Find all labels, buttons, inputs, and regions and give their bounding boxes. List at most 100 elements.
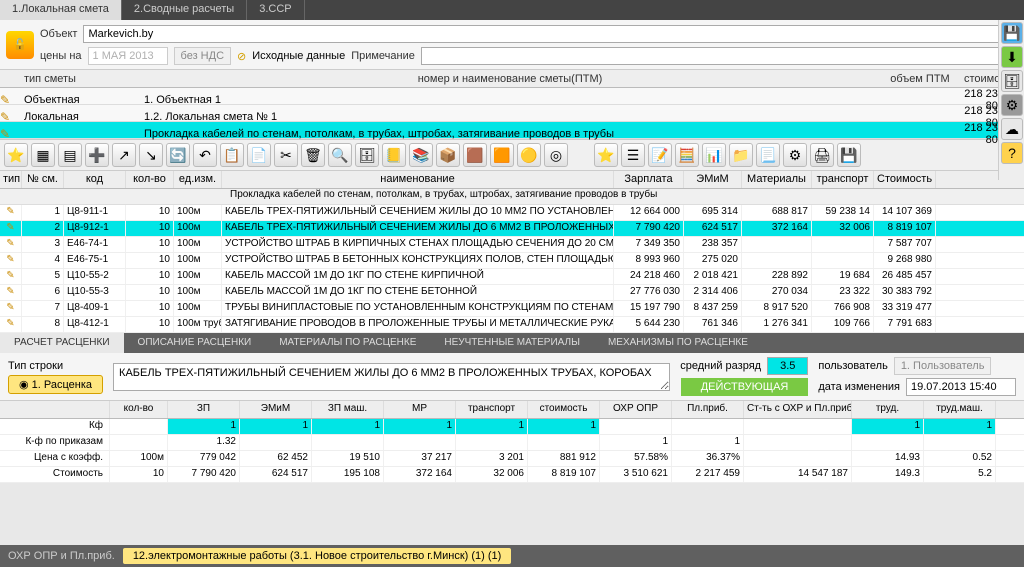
tb-search-icon[interactable]: 🔍	[328, 143, 352, 167]
row-tr: 32 006	[812, 221, 874, 236]
main-grid-header: тип № см. код кол-во ед.изм. наименовани…	[0, 171, 1024, 189]
rowtype-value[interactable]: ◉ 1. Расценка	[8, 375, 103, 394]
side-save-icon[interactable]: 💾	[1001, 22, 1023, 44]
calc-cell	[600, 419, 672, 434]
summary-row[interactable]: ✎ Локальная 1.2. Локальная смета № 1 218…	[0, 105, 1024, 122]
table-row[interactable]: ✎ 3 Е46-74-1 10 100м УСТРОЙСТВО ШТРАБ В …	[0, 237, 1024, 253]
side-db-icon[interactable]: 🗄	[1001, 70, 1023, 92]
note-input[interactable]	[421, 47, 1018, 65]
row-unit: 100м	[174, 205, 222, 220]
row-tr	[812, 253, 874, 268]
subtab-unaccounted[interactable]: НЕУЧТЕННЫЕ МАТЕРИАЛЫ	[430, 333, 594, 353]
tb-list-icon[interactable]: ☰	[621, 143, 645, 167]
tb-star-icon[interactable]: ⭐	[4, 143, 28, 167]
table-row[interactable]: ✎ 2 Ц8-912-1 10 100м КАБЕЛЬ ТРЕХ-ПЯТИЖИЛ…	[0, 221, 1024, 237]
gcol-qty: кол-во	[126, 171, 174, 188]
side-cloud-icon[interactable]: ☁	[1001, 118, 1023, 140]
tab-ssr[interactable]: 3.ССР	[247, 0, 304, 20]
pencil-icon: ✎	[0, 110, 20, 124]
lock-icon[interactable]: 🔓	[6, 31, 34, 59]
tb-cut-icon[interactable]: ✂	[274, 143, 298, 167]
tb-import-icon[interactable]: ↘	[139, 143, 163, 167]
calc-cell: 1	[672, 435, 744, 450]
row-em: 275 020	[684, 253, 742, 268]
side-down-icon[interactable]: ⬇	[1001, 46, 1023, 68]
tb-book-icon[interactable]: 📒	[382, 143, 406, 167]
tb-print-icon[interactable]: 🖨	[810, 143, 834, 167]
price-date-input[interactable]	[88, 47, 168, 65]
table-row[interactable]: ✎ 5 Ц10-55-2 10 100м КАБЕЛЬ МАССОЙ 1М ДО…	[0, 269, 1024, 285]
pencil-icon: ✎	[0, 253, 22, 268]
row-zp: 15 197 790	[614, 301, 684, 316]
side-cog-icon[interactable]: ⚙	[1001, 94, 1023, 116]
calc-row: Кф11111111	[0, 419, 1024, 435]
table-row[interactable]: ✎ 6 Ц10-55-3 10 100м КАБЕЛЬ МАССОЙ 1М ДО…	[0, 285, 1024, 301]
subtab-materials[interactable]: МАТЕРИАЛЫ ПО РАСЦЕНКЕ	[265, 333, 430, 353]
tb-grid2-icon[interactable]: ▤	[58, 143, 82, 167]
row-code: Е46-74-1	[64, 237, 126, 252]
source-data-icon[interactable]: ⊘	[237, 50, 246, 63]
col-estimate-name: номер и наименование сметы(ПТМ)	[140, 73, 880, 85]
tab-summary-calc[interactable]: 2.Сводные расчеты	[122, 0, 247, 20]
calc-cell	[312, 435, 384, 450]
source-data-label[interactable]: Исходные данные	[252, 50, 345, 62]
tb-delete-icon[interactable]: 🗑	[301, 143, 325, 167]
row-tr: 19 684	[812, 269, 874, 284]
side-help-icon[interactable]: ?	[1001, 142, 1023, 164]
tb-add-icon[interactable]: ➕	[85, 143, 109, 167]
tb-chart-icon[interactable]: 📊	[702, 143, 726, 167]
subtab-desc[interactable]: ОПИСАНИЕ РАСЦЕНКИ	[124, 333, 266, 353]
tb-copy-icon[interactable]: 📋	[220, 143, 244, 167]
tb-export-icon[interactable]: ↗	[112, 143, 136, 167]
calc-cell: 1	[312, 419, 384, 434]
subtab-calc[interactable]: РАСЧЕТ РАСЦЕНКИ	[0, 333, 124, 353]
tb-fav-icon[interactable]: ⭐	[594, 143, 618, 167]
calc-cell	[744, 451, 852, 466]
calc-cell	[672, 419, 744, 434]
tb-books-icon[interactable]: 📚	[409, 143, 433, 167]
group-row: Прокладка кабелей по стенам, потолкам, в…	[0, 189, 1024, 205]
tb-box2-icon[interactable]: 🟫	[463, 143, 487, 167]
gcol-num: № см.	[22, 171, 64, 188]
row-mat	[742, 237, 812, 252]
tb-db-icon[interactable]: 🗄	[355, 143, 379, 167]
status-label: ОХР ОПР и Пл.приб.	[8, 550, 115, 562]
row-st: 30 383 792	[874, 285, 936, 300]
calc-cell	[110, 435, 168, 450]
tb-disk-icon[interactable]: 💾	[837, 143, 861, 167]
vat-button[interactable]: без НДС	[174, 47, 232, 65]
tb-form-icon[interactable]: 📝	[648, 143, 672, 167]
table-row[interactable]: ✎ 1 Ц8-911-1 10 100м КАБЕЛЬ ТРЕХ-ПЯТИЖИЛ…	[0, 205, 1024, 221]
pencil-icon: ✎	[0, 269, 22, 284]
row-name: КАБЕЛЬ МАССОЙ 1М ДО 1КГ ПО СТЕНЕ БЕТОННО…	[222, 285, 614, 300]
row-name: УСТРОЙСТВО ШТРАБ В БЕТОННЫХ КОНСТРУКЦИЯХ…	[222, 253, 614, 268]
tb-undo-icon[interactable]: ↶	[193, 143, 217, 167]
tb-box-icon[interactable]: 📦	[436, 143, 460, 167]
tb-circle-icon[interactable]: 🟡	[517, 143, 541, 167]
row-code: Ц8-409-1	[64, 301, 126, 316]
object-input[interactable]	[83, 25, 999, 43]
row-tr: 59 238 14	[812, 205, 874, 220]
calc-row: К-ф по приказам1.3211	[0, 435, 1024, 451]
user-button[interactable]: 1. Пользователь	[894, 357, 992, 375]
tb-settings-icon[interactable]: ⚙	[783, 143, 807, 167]
summary-row[interactable]: ✎ Объектная 1. Объектная 1 218 234 809	[0, 88, 1024, 105]
tb-target-icon[interactable]: ◎	[544, 143, 568, 167]
description-input[interactable]: КАБЕЛЬ ТРЕХ-ПЯТИЖИЛЬНЫЙ СЕЧЕНИЕМ ЖИЛЫ ДО…	[113, 363, 670, 391]
summary-header: тип сметы номер и наименование сметы(ПТМ…	[0, 70, 1024, 88]
tb-grid-icon[interactable]: ▦	[31, 143, 55, 167]
tb-folder-icon[interactable]: 📁	[729, 143, 753, 167]
right-toolbar: 💾 ⬇ 🗄 ⚙ ☁ ?	[998, 20, 1024, 180]
tab-local-estimate[interactable]: 1.Локальная смета	[0, 0, 122, 20]
tb-paste-icon[interactable]: 📄	[247, 143, 271, 167]
tb-refresh-icon[interactable]: 🔄	[166, 143, 190, 167]
tb-calc-icon[interactable]: 🧮	[675, 143, 699, 167]
summary-row[interactable]: ✎ Прокладка кабелей по стенам, потолкам,…	[0, 122, 1024, 139]
tb-box3-icon[interactable]: 🟧	[490, 143, 514, 167]
table-row[interactable]: ✎ 8 Ц8-412-1 10 100м трубы ЗАТЯГИВАНИЕ П…	[0, 317, 1024, 333]
subtab-mechanisms[interactable]: МЕХАНИЗМЫ ПО РАСЦЕНКЕ	[594, 333, 762, 353]
tb-sheet-icon[interactable]: 📃	[756, 143, 780, 167]
table-row[interactable]: ✎ 7 Ц8-409-1 10 100м ТРУБЫ ВИНИПЛАСТОВЫЕ…	[0, 301, 1024, 317]
row-mat: 8 917 520	[742, 301, 812, 316]
table-row[interactable]: ✎ 4 Е46-75-1 10 100м УСТРОЙСТВО ШТРАБ В …	[0, 253, 1024, 269]
